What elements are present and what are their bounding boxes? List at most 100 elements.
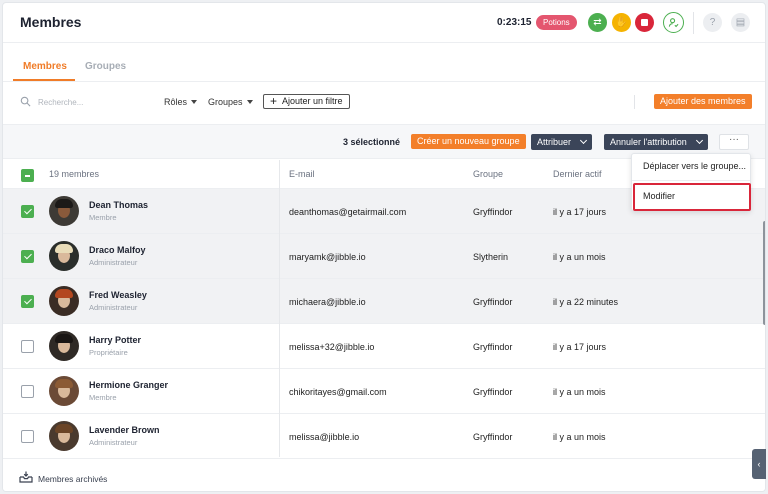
avatar — [49, 196, 79, 226]
add-filter-label: Ajouter un filtre — [282, 96, 343, 106]
row-checkbox[interactable] — [21, 295, 34, 308]
filter-divider — [634, 95, 635, 109]
member-group: Gryffindor — [473, 297, 513, 307]
member-last-active: il y a un mois — [553, 252, 606, 262]
avatar-hair — [55, 379, 73, 388]
caret-down-icon — [246, 100, 253, 104]
avatar — [49, 376, 79, 406]
groups-filter-label: Groupes — [208, 97, 243, 107]
row-checkbox[interactable] — [21, 250, 34, 263]
hand-icon[interactable]: ✋ — [612, 13, 631, 32]
menu-divider — [632, 180, 750, 181]
switch-activity-icon[interactable]: ⇄ — [588, 13, 607, 32]
chevron-down-icon — [695, 136, 703, 145]
assign-button[interactable]: Attribuer — [531, 134, 593, 150]
member-group: Gryffindor — [473, 387, 513, 397]
avatar — [49, 331, 79, 361]
add-members-button[interactable]: Ajouter des membres — [654, 94, 752, 109]
user-glyph — [668, 18, 679, 28]
member-role: Administrateur — [89, 438, 138, 447]
avatar — [49, 421, 79, 451]
more-actions-button[interactable]: ··· — [719, 134, 749, 150]
selected-count: 3 sélectionné — [343, 137, 401, 147]
member-role: Membre — [89, 213, 117, 222]
stop-icon[interactable] — [635, 13, 654, 32]
member-name[interactable]: Hermione Granger — [89, 380, 168, 390]
member-name[interactable]: Harry Potter — [89, 335, 141, 345]
table-row[interactable] — [3, 234, 765, 279]
column-divider — [279, 160, 280, 457]
search-icon — [20, 96, 31, 107]
roles-filter-label: Rôles — [164, 97, 188, 107]
member-email: maryamk@jibble.io — [289, 252, 366, 262]
user-check-icon[interactable] — [663, 12, 684, 33]
member-role: Administrateur — [89, 258, 138, 267]
member-email: michaera@jibble.io — [289, 297, 366, 307]
tab-groups[interactable]: Groupes — [85, 61, 126, 72]
help-icon[interactable]: ? — [703, 13, 722, 32]
page-title: Membres — [20, 14, 82, 30]
activity-badge[interactable]: Potions — [536, 15, 577, 30]
avatar-hair — [55, 334, 73, 343]
member-name[interactable]: Lavender Brown — [89, 425, 160, 435]
avatar — [49, 286, 79, 316]
chevron-down-icon — [579, 136, 588, 145]
member-email: melissa+32@jibble.io — [289, 342, 375, 352]
menu-item-edit[interactable]: Modifier — [643, 191, 675, 201]
avatar-hair — [55, 199, 73, 208]
member-last-active: il y a 17 jours — [553, 342, 607, 352]
member-email: deanthomas@getairmail.com — [289, 207, 407, 217]
member-last-active: il y a un mois — [553, 432, 606, 442]
row-checkbox[interactable] — [21, 430, 34, 443]
member-role: Propriétaire — [89, 348, 128, 357]
menu-item-move-to-group[interactable]: Déplacer vers le groupe... — [643, 161, 746, 171]
row-checkbox[interactable] — [21, 340, 34, 353]
table-row[interactable] — [3, 279, 765, 324]
last-active-column-header[interactable]: Dernier actif — [553, 169, 602, 179]
archived-members-link[interactable]: Membres archivés — [38, 474, 107, 484]
archive-icon — [19, 471, 33, 483]
member-last-active: il y a 17 jours — [553, 207, 607, 217]
member-role: Administrateur — [89, 303, 138, 312]
add-filter-button[interactable]: + Ajouter un filtre — [263, 94, 350, 109]
table-row[interactable] — [3, 324, 765, 369]
avatar-hair — [55, 424, 73, 433]
table-row[interactable] — [3, 414, 765, 459]
stats-icon[interactable]: ▤ — [731, 13, 750, 32]
email-column-header[interactable]: E-mail — [289, 169, 315, 179]
member-email: melissa@jibble.io — [289, 432, 360, 442]
roles-filter-dropdown[interactable]: Rôles — [164, 97, 198, 107]
stop-square — [641, 19, 648, 26]
tab-members[interactable]: Membres — [23, 61, 67, 72]
assign-label: Attribuer — [537, 137, 572, 147]
member-role: Membre — [89, 393, 117, 402]
collapse-panel-icon[interactable]: ‹ — [752, 449, 766, 479]
header-divider — [693, 12, 694, 34]
avatar — [49, 241, 79, 271]
tabs-divider — [3, 81, 765, 82]
member-name[interactable]: Draco Malfoy — [89, 245, 146, 255]
avatar-hair — [55, 244, 73, 253]
create-group-button[interactable]: Créer un nouveau groupe — [411, 134, 526, 149]
member-group: Gryffindor — [473, 432, 513, 442]
row-checkbox[interactable] — [21, 205, 34, 218]
member-last-active: il y a 22 minutes — [553, 297, 619, 307]
member-name[interactable]: Fred Weasley — [89, 290, 147, 300]
timer: 0:23:15 — [497, 17, 532, 28]
unassign-button[interactable]: Annuler l'attribution — [604, 134, 708, 150]
member-email: chikoritayes@gmail.com — [289, 387, 387, 397]
member-count-header: 19 membres — [49, 169, 100, 179]
row-checkbox[interactable] — [21, 385, 34, 398]
member-group: Slytherin — [473, 252, 509, 262]
group-column-header[interactable]: Groupe — [473, 169, 503, 179]
member-last-active: il y a un mois — [553, 387, 606, 397]
select-all-checkbox[interactable] — [21, 169, 34, 182]
footer — [3, 458, 765, 491]
member-name[interactable]: Dean Thomas — [89, 200, 148, 210]
app-window: Membres 0:23:15 Potions ⇄ ✋ ? ▤ Membres … — [2, 2, 766, 492]
groups-filter-dropdown[interactable]: Groupes — [208, 97, 253, 107]
scrollbar[interactable] — [763, 221, 765, 325]
search-input[interactable] — [38, 95, 148, 109]
caret-down-icon — [191, 100, 198, 104]
member-group: Gryffindor — [473, 207, 513, 217]
